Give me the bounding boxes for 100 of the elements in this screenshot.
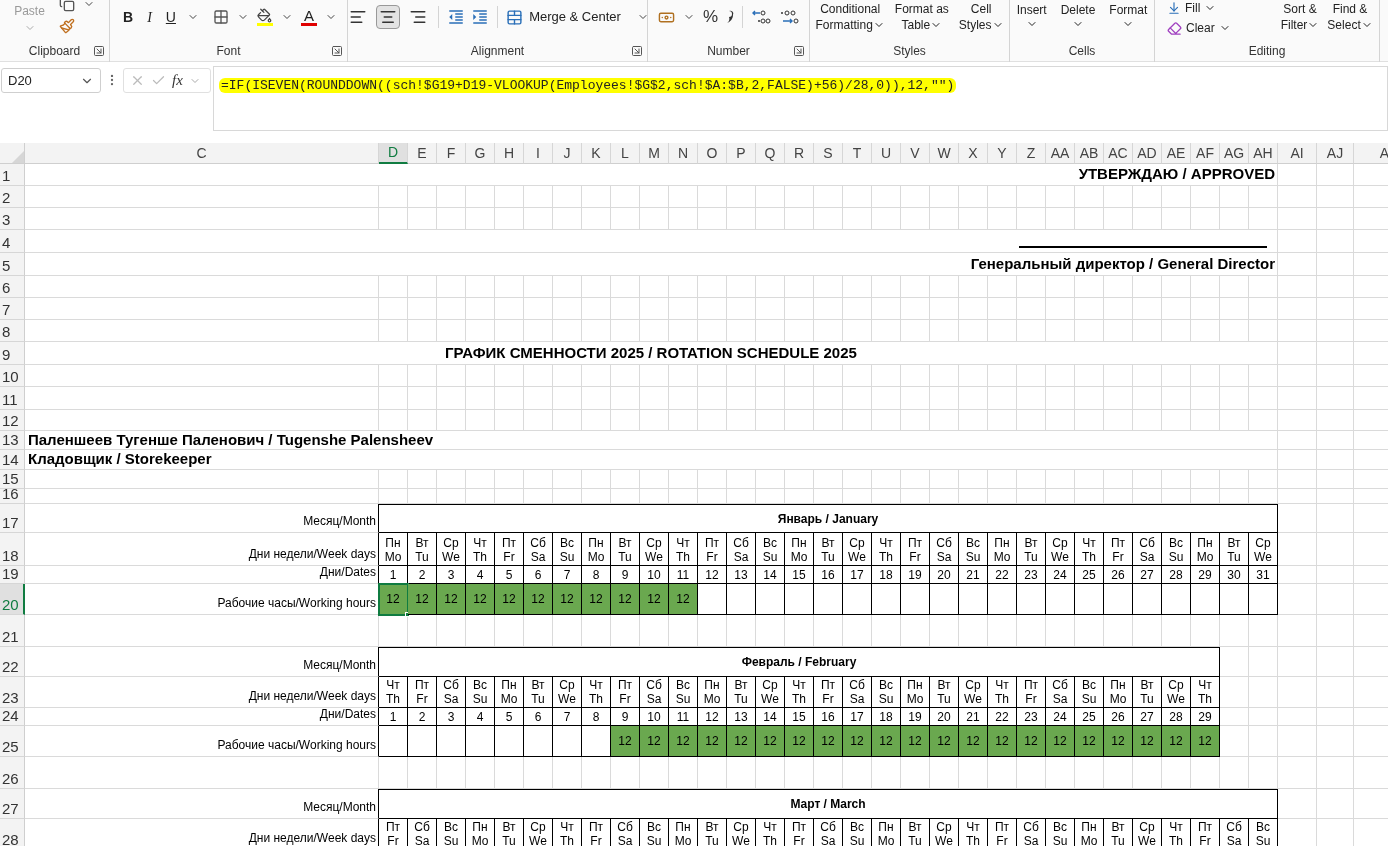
font-color-button[interactable]: A [300,8,317,26]
row-number[interactable]: 15 [0,470,25,489]
row-number[interactable]: 1 [0,164,25,186]
column-header[interactable]: AC [1104,143,1133,164]
column-header[interactable]: F [437,143,466,164]
column-header[interactable]: W [930,143,959,164]
column-header[interactable]: Q [756,143,785,164]
weekday-cell: Вс Su [553,533,582,566]
editing-button[interactable]: Find & Select [1327,1,1373,37]
column-header[interactable]: E [408,143,437,164]
column-header[interactable]: I [524,143,553,164]
fill-button[interactable]: Fill [1167,1,1231,15]
column-header[interactable]: X [959,143,988,164]
cells-button[interactable]: Insert [1016,2,1047,30]
row-number[interactable]: 16 [0,489,25,504]
row-number[interactable]: 22 [0,647,25,677]
column-header[interactable]: V [901,143,930,164]
column-header[interactable]: P [727,143,756,164]
hours-cell: 12 [611,584,640,615]
row-number[interactable]: 19 [0,566,25,584]
row-number[interactable]: 12 [0,410,25,431]
row-number[interactable]: 9 [0,342,25,365]
merge-center-button[interactable]: Merge & Center [529,7,621,27]
column-header[interactable]: AG [1220,143,1249,164]
formula-field[interactable]: =IF(ISEVEN(ROUNDDOWN((sch!$G19+D19-VLOOKUP(Employees!$G$2,sch!$A:$B,2,FALSE)+56)/28,0)),12,"") [213,66,1388,131]
column-header[interactable]: AH [1249,143,1278,164]
weekday-cell: Пн Mo [698,677,727,708]
column-header[interactable]: N [669,143,698,164]
row-number[interactable]: 5 [0,253,25,276]
row-number[interactable]: 21 [0,615,25,647]
weekday-cell: Вс Su [669,677,698,708]
weekday-cell: Вс Su [756,533,785,566]
column-header[interactable]: L [611,143,640,164]
bold-button[interactable]: B [120,6,137,28]
column-header[interactable]: H [495,143,524,164]
styles-button[interactable]: Conditional Formatting [815,1,885,33]
column-header[interactable]: G [466,143,495,164]
column-header[interactable]: Y [988,143,1017,164]
approval-heading: УТВЕРЖДАЮ / APPROVED [1078,164,1275,185]
column-header[interactable]: AE [1162,143,1191,164]
column-header[interactable]: AA [1046,143,1075,164]
cells-button[interactable]: Format [1109,2,1148,30]
column-header[interactable]: Z [1017,143,1046,164]
weekday-cell: Вс Su [843,819,872,846]
weekday-cell: Вс Su [1046,819,1075,846]
column-header[interactable]: O [698,143,727,164]
column-header[interactable]: S [814,143,843,164]
row-number[interactable]: 28 [0,819,25,846]
column-header[interactable]: U [872,143,901,164]
column-header[interactable]: AI [1278,143,1317,164]
clear-button[interactable]: Clear [1167,19,1231,37]
row-number[interactable]: 8 [0,320,25,342]
row-number[interactable]: 2 [0,186,25,208]
weekday-cell: Вс Su [1249,819,1278,846]
row-number[interactable]: 26 [0,757,25,789]
row-number[interactable]: 13 [0,431,25,450]
column-header[interactable]: J [553,143,582,164]
column-header[interactable]: C [25,143,379,164]
cells-button[interactable]: Delete [1060,2,1096,30]
row-number[interactable]: 20 [0,584,25,615]
underline-button[interactable]: U [162,6,179,28]
weekday-cell: Сб Sa [843,677,872,708]
weekday-cell: Пт Fr [582,819,611,846]
weekday-cell: Ср We [727,819,756,846]
column-header[interactable]: D [379,143,408,164]
row-number[interactable]: 25 [0,726,25,757]
weekday-cell: Ср We [1249,533,1278,566]
column-header[interactable]: T [843,143,872,164]
weekday-cell: Вт Tu [1220,533,1249,566]
row-number[interactable]: 24 [0,708,25,726]
hours-cell: 12 [1191,726,1220,757]
row-number[interactable]: 17 [0,504,25,533]
editing-button[interactable]: Sort & Filter [1280,1,1320,37]
column-header[interactable]: AD [1133,143,1162,164]
column-header[interactable]: M [640,143,669,164]
hours-cell: 12 [930,726,959,757]
percent-button[interactable]: % [702,4,719,30]
row-number[interactable]: 7 [0,298,25,320]
column-header[interactable]: AJ [1317,143,1354,164]
weekday-cell: Ср We [1133,819,1162,846]
styles-button[interactable]: Cell Styles [958,1,1004,33]
column-header[interactable]: R [785,143,814,164]
italic-button[interactable]: I [144,6,155,28]
row-number[interactable]: 14 [0,450,25,470]
row-number[interactable]: 4 [0,230,25,253]
weekday-cell: Вт Tu [814,533,843,566]
insert-function-button[interactable]: fx [172,69,183,92]
row-number[interactable]: 3 [0,208,25,230]
column-header[interactable]: AF [1191,143,1220,164]
row-number[interactable]: 23 [0,677,25,708]
column-header[interactable]: AB [1075,143,1104,164]
row-number[interactable]: 10 [0,365,25,387]
column-header[interactable]: K [582,143,611,164]
row-number[interactable]: 11 [0,387,25,410]
row-number[interactable]: 18 [0,533,25,566]
name-box[interactable]: D20 [1,68,101,93]
row-number[interactable]: 6 [0,276,25,298]
row-number[interactable]: 27 [0,789,25,819]
weekday-cell: Пн Mo [466,819,495,846]
styles-button[interactable]: Format as Table [894,1,949,33]
